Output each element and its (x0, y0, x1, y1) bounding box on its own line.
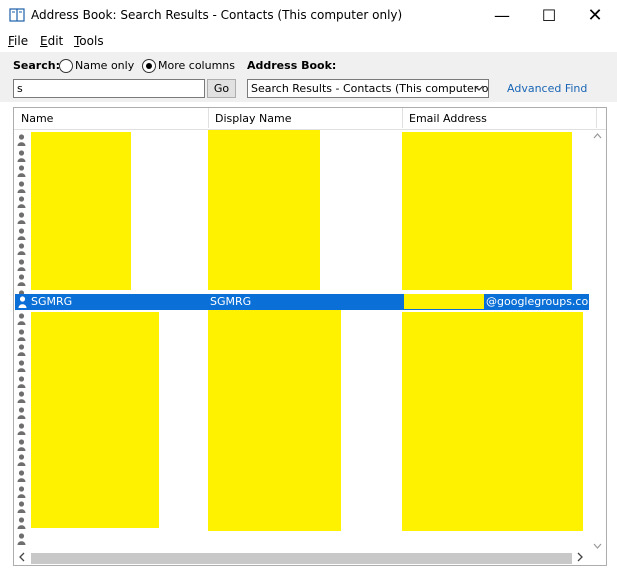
menu-edit-rest: dit (47, 34, 64, 48)
menu-bar: File Edit Tools (0, 31, 617, 51)
contact-person-icon (17, 181, 26, 193)
contact-person-icon (17, 439, 26, 451)
search-input[interactable]: s (13, 79, 205, 98)
contact-person-icon (17, 360, 26, 372)
redacted-block (208, 310, 341, 531)
name-only-radio[interactable] (59, 59, 73, 73)
close-button[interactable]: ✕ (572, 0, 617, 31)
contact-person-icon (17, 454, 26, 466)
menu-file-rest: ile (14, 34, 29, 48)
redacted-block (402, 132, 572, 290)
contact-person-icon (17, 259, 26, 271)
scroll-left-icon[interactable] (19, 552, 25, 565)
advanced-find-link[interactable]: Advanced Find (507, 82, 587, 95)
contact-person-icon (17, 344, 26, 356)
column-divider[interactable] (402, 108, 403, 128)
contact-person-icon (17, 423, 26, 435)
address-book-dropdown[interactable]: Search Results - Contacts (This computer… (247, 79, 489, 98)
scroll-up-icon[interactable] (593, 132, 602, 142)
redacted-block (402, 312, 583, 531)
contact-person-icon (17, 501, 26, 513)
contact-person-icon (17, 376, 26, 388)
go-button[interactable]: Go (207, 79, 236, 98)
column-header-email[interactable]: Email Address (409, 112, 487, 125)
list-header: Name Display Name Email Address (14, 108, 606, 130)
minimize-button[interactable]: — (479, 0, 525, 31)
menu-tools-rest: ools (79, 34, 104, 48)
more-columns-radio[interactable] (142, 59, 156, 73)
more-columns-label[interactable]: More columns (158, 59, 235, 72)
column-divider[interactable] (596, 108, 597, 128)
contact-person-icon (17, 150, 26, 162)
column-divider[interactable] (208, 108, 209, 128)
column-header-name[interactable]: Name (21, 112, 53, 125)
chevron-down-icon (474, 80, 484, 97)
address-book-selected: Search Results - Contacts (This computer… (251, 82, 489, 95)
contact-person-icon (17, 212, 26, 224)
contact-person-icon (17, 517, 26, 529)
contact-person-icon (17, 134, 26, 146)
menu-edit-accel: E (40, 34, 48, 48)
vertical-scrollbar[interactable] (589, 130, 606, 551)
contact-person-icon (17, 470, 26, 482)
address-book-label: Address Book: (247, 59, 337, 72)
contact-person-icon (17, 165, 26, 177)
scroll-right-icon[interactable] (577, 552, 583, 565)
column-header-display-name[interactable]: Display Name (215, 112, 292, 125)
window-title: Address Book: Search Results - Contacts … (31, 8, 403, 22)
cell-email: @googlegroups.com (486, 295, 599, 308)
contact-person-icon (18, 296, 27, 308)
redacted-block (31, 132, 131, 290)
menu-file[interactable]: File (8, 34, 28, 48)
contact-person-icon (17, 391, 26, 403)
contact-person-icon (17, 196, 26, 208)
cell-display-name: SGMRG (210, 295, 252, 308)
contact-person-icon (17, 329, 26, 341)
horizontal-scrollbar[interactable] (14, 551, 589, 565)
address-book-icon (9, 8, 25, 22)
scroll-down-icon[interactable] (593, 542, 602, 552)
contact-person-icon (17, 274, 26, 286)
contact-person-icon (17, 533, 26, 545)
results-list[interactable]: Name Display Name Email Address SGMRG SG… (13, 107, 607, 566)
table-row-selected[interactable]: SGMRG SGMRG @googlegroups.com (15, 294, 599, 310)
redacted-block (404, 294, 484, 309)
contact-person-icon (17, 486, 26, 498)
name-only-label[interactable]: Name only (75, 59, 134, 72)
contact-person-icon (17, 407, 26, 419)
maximize-button[interactable]: ☐ (526, 0, 572, 31)
title-bar: Address Book: Search Results - Contacts … (0, 0, 617, 31)
horizontal-scroll-thumb[interactable] (31, 553, 572, 564)
contact-person-icon (17, 243, 26, 255)
contact-person-icon (17, 313, 26, 325)
redacted-block (31, 312, 159, 528)
cell-name: SGMRG (31, 295, 73, 308)
search-label: Search: (13, 59, 60, 72)
menu-tools[interactable]: Tools (74, 34, 104, 48)
contact-person-icon (17, 228, 26, 240)
menu-edit[interactable]: Edit (40, 34, 63, 48)
redacted-block (208, 130, 320, 290)
